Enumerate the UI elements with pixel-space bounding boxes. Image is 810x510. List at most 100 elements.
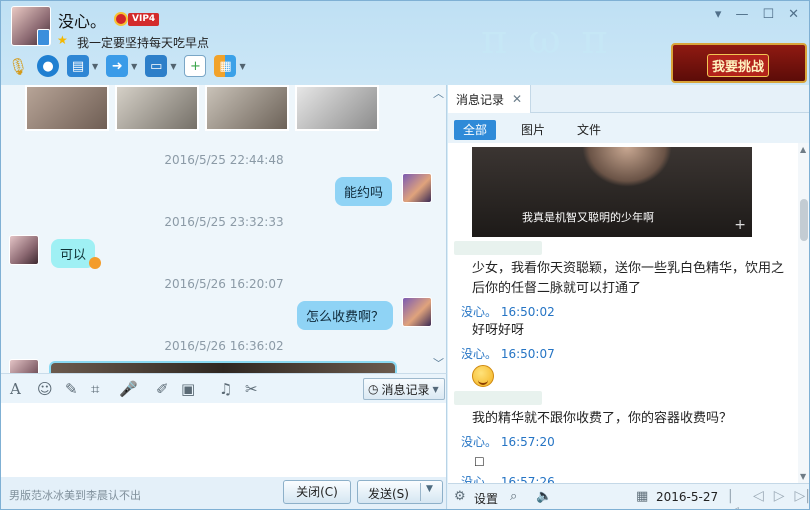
message-timestamp: 2016/5/26 16:20:07 xyxy=(164,277,284,291)
voice-message-icon[interactable]: 🎤 xyxy=(119,380,138,398)
ad-link[interactable]: 男版范冰冰美到李晨认不出 xyxy=(9,487,141,503)
filter-all[interactable]: 全部 xyxy=(454,120,497,140)
tab-message-history[interactable]: 消息记录 ✕ xyxy=(448,85,532,113)
chevron-up-icon[interactable]: ︿ xyxy=(433,85,444,101)
prev-page-icon[interactable]: ◁ xyxy=(753,488,764,509)
video-message[interactable]: 我真是机智又聪明的少年啊 + xyxy=(472,147,752,237)
image-thumbnail[interactable] xyxy=(25,85,109,131)
image-thumbnail[interactable] xyxy=(295,85,379,131)
image-icon[interactable]: ▣ xyxy=(181,380,195,398)
contact-nickname[interactable]: 没心。 xyxy=(58,8,106,32)
contact-avatar-small[interactable] xyxy=(9,359,39,373)
expand-icon[interactable]: + xyxy=(734,217,746,233)
microphone-icon: 🎙 xyxy=(7,56,29,76)
settings-button[interactable]: 设置 xyxy=(474,490,498,507)
chevron-down-icon[interactable]: ▼ xyxy=(131,62,137,71)
create-group-button[interactable]: + xyxy=(184,55,207,77)
history-message-text: 少女，我看你天资聪颖，送你一些乳白色精华，饮用之后你的任督二脉就可以打通了 xyxy=(472,261,785,296)
music-icon[interactable]: ♫ xyxy=(219,380,232,398)
speaker-icon[interactable]: 🔈 xyxy=(536,489,552,504)
scrollbar-thumb[interactable] xyxy=(800,199,808,241)
history-message-text: 好呀好呀 xyxy=(472,323,525,338)
remote-desktop-button[interactable]: ▭ ▼ xyxy=(145,55,176,77)
sender-time: 16:57:26 xyxy=(500,475,555,483)
send-file-button[interactable]: ➜ ▼ xyxy=(106,55,137,77)
message-bubble-outgoing[interactable]: 怎么收费啊？ xyxy=(297,301,394,330)
video-call-button[interactable]: ● xyxy=(37,55,59,77)
share-screen-button[interactable]: ▤ ▼ xyxy=(67,55,98,77)
history-filter-tabs: 全部 图片 文件 xyxy=(448,113,809,143)
message-history-button[interactable]: ◷ 消息记录 ▼ xyxy=(363,378,445,400)
divider xyxy=(420,483,421,501)
gear-icon[interactable]: ⚙ xyxy=(454,489,466,504)
sender-name: 没心。 xyxy=(461,435,498,449)
vip-crown-icon xyxy=(114,12,128,26)
my-avatar[interactable] xyxy=(402,173,432,203)
image-thumbnail[interactable] xyxy=(205,85,289,131)
monitor-icon: ▤ xyxy=(67,55,89,77)
message-bubble-outgoing[interactable]: 能约吗 xyxy=(335,177,393,206)
edit-icon[interactable]: ✐ xyxy=(156,380,169,398)
history-list[interactable]: 我真是机智又聪明的少年啊 + 少女，我看你天资聪颖，送你一些乳白色精华，饮用之后… xyxy=(448,143,798,483)
chevron-down-icon[interactable]: ▼ xyxy=(170,62,176,71)
history-sender: 没心。 16:57:26 xyxy=(461,473,555,483)
vip-badge[interactable]: VIP4 xyxy=(128,13,160,26)
emoji-icon[interactable]: ☺ xyxy=(37,380,53,398)
filter-files[interactable]: 文件 xyxy=(568,120,610,140)
minimize-icon[interactable]: — xyxy=(735,7,748,22)
history-footer: ⚙ 设置 ⌕ 🔈 ▦ 2016-5-27 |◁ ◁ ▷ ▷| xyxy=(448,483,809,509)
chevron-down-icon[interactable]: ﹀ xyxy=(433,355,444,371)
contact-avatar-small[interactable] xyxy=(9,235,39,265)
history-date[interactable]: 2016-5-27 xyxy=(656,490,718,504)
first-page-icon[interactable]: |◁ xyxy=(728,488,743,509)
chevron-down-icon: ▼ xyxy=(432,384,439,394)
close-button[interactable]: 关闭(C) xyxy=(283,480,351,504)
chevron-down-icon[interactable]: ▼ xyxy=(239,62,245,71)
sender-name: 没心。 xyxy=(461,475,498,483)
next-page-icon[interactable]: ▷ xyxy=(774,488,785,509)
chevron-down-icon[interactable]: ▼ xyxy=(92,62,98,71)
send-button[interactable]: 发送(S) ▼ xyxy=(357,480,443,504)
sender-time: 16:50:07 xyxy=(500,347,555,361)
game-challenge-banner[interactable]: 我要挑战 xyxy=(671,43,807,83)
scissors-icon[interactable]: ✂ xyxy=(245,380,258,398)
tab-label: 消息记录 xyxy=(456,92,505,107)
send-bar: 男版范冰冰美到李晨认不出 关闭(C) 发送(S) ▼ xyxy=(1,477,447,509)
image-message[interactable] xyxy=(49,361,397,373)
maximize-icon[interactable]: ☐ xyxy=(762,7,774,22)
calendar-icon[interactable]: ▦ xyxy=(636,489,648,504)
message-list[interactable]: ︿ 2016/5/25 22:44:48 能约吗 2016/5/25 23:32… xyxy=(1,85,447,373)
sender-name: 没心。 xyxy=(461,347,498,361)
contact-signature: 我一定要坚持每天吃早点 xyxy=(77,36,210,50)
message-timestamp: 2016/5/25 22:44:48 xyxy=(164,153,284,167)
font-icon[interactable]: A xyxy=(10,380,21,398)
unsupported-content-box: ☐ xyxy=(474,455,485,469)
close-icon[interactable]: ✕ xyxy=(788,7,799,22)
smiley-emoji-icon xyxy=(472,365,494,387)
magic-wand-icon[interactable]: ✎ xyxy=(65,380,78,398)
skin-menu-icon[interactable]: ▾ xyxy=(715,7,722,22)
message-input[interactable] xyxy=(1,403,447,477)
apps-button[interactable]: ▦ ▼ xyxy=(214,55,246,77)
star-icon: ★ xyxy=(57,33,68,47)
blurred-sender xyxy=(454,241,542,255)
history-scrollbar[interactable]: ▲ ▼ xyxy=(798,143,809,483)
sender-name: 没心。 xyxy=(461,305,498,319)
history-pager: |◁ ◁ ▷ ▷| xyxy=(728,488,809,509)
scroll-up-icon[interactable]: ▲ xyxy=(800,145,806,154)
webcam-icon: ● xyxy=(37,55,59,77)
send-button-label: 发送(S) xyxy=(368,487,409,501)
mobile-online-icon xyxy=(37,29,50,46)
send-options-chevron-icon[interactable]: ▼ xyxy=(426,484,433,494)
scroll-down-icon[interactable]: ▼ xyxy=(800,472,806,481)
filter-images[interactable]: 图片 xyxy=(512,120,554,140)
last-page-icon[interactable]: ▷| xyxy=(795,488,809,509)
sender-time: 16:57:20 xyxy=(500,435,555,449)
history-sender: 没心。 16:50:02 xyxy=(461,303,555,320)
close-tab-icon[interactable]: ✕ xyxy=(512,92,522,106)
search-icon[interactable]: ⌕ xyxy=(510,489,517,504)
image-thumbnail[interactable] xyxy=(115,85,199,131)
screenshot-icon[interactable]: ⌗ xyxy=(91,380,99,398)
voice-call-button[interactable]: 🎙 xyxy=(7,55,29,77)
my-avatar[interactable] xyxy=(402,297,432,327)
